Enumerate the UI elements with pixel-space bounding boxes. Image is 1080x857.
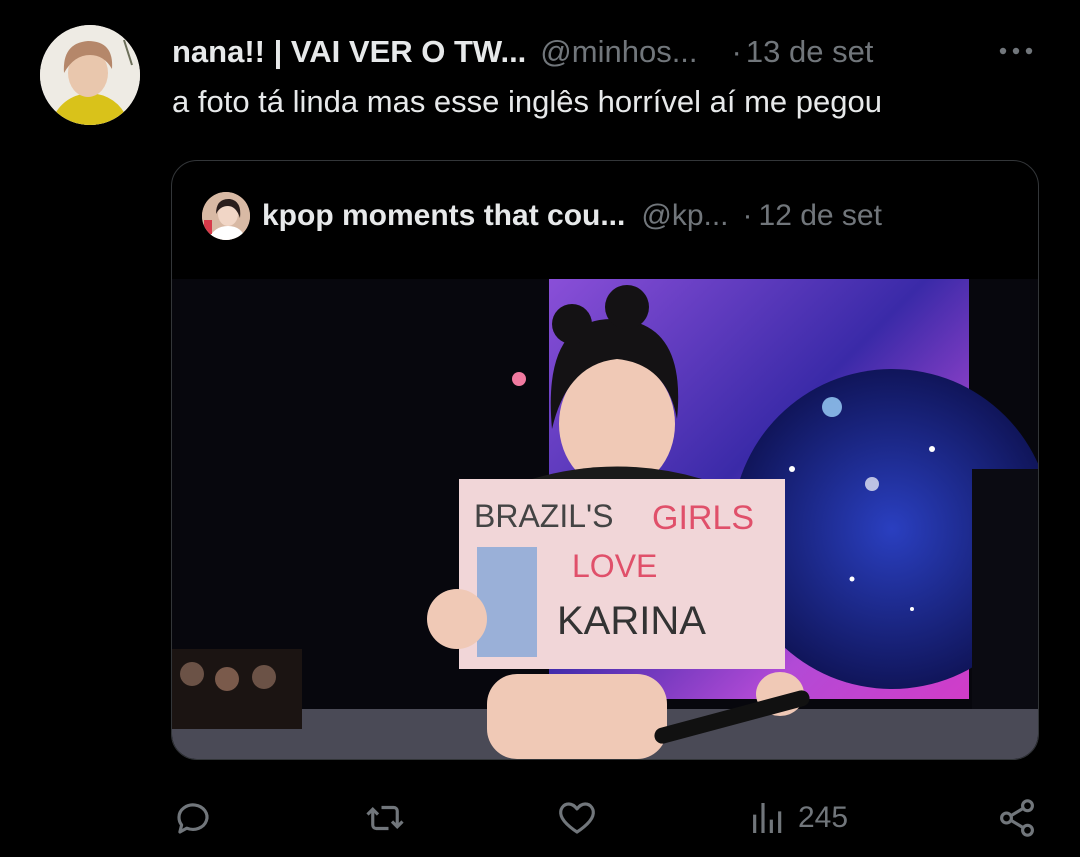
tweet-text: a foto tá linda mas esse inglês horrível… xyxy=(172,84,882,119)
quoted-author-handle[interactable]: @kp... xyxy=(641,199,728,233)
quoted-tweet-photo[interactable]: BRAZIL'S GIRLS LOVE KARINA xyxy=(172,279,1038,759)
quoted-separator-dot: · xyxy=(742,199,753,232)
retweet-button[interactable] xyxy=(362,790,408,846)
views-bar-chart-icon xyxy=(753,803,782,833)
author-avatar[interactable] xyxy=(40,25,140,125)
author-handle[interactable]: @minhos... xyxy=(540,34,697,70)
heart-icon xyxy=(559,802,595,834)
svg-text:LOVE: LOVE xyxy=(572,548,657,584)
retweet-icon xyxy=(366,805,404,831)
more-dots-icon xyxy=(999,47,1033,55)
svg-text:BRAZIL'S: BRAZIL'S xyxy=(474,498,613,534)
like-button[interactable] xyxy=(555,790,599,846)
quoted-tweet-card[interactable]: kpop moments that cou... @kp... · 12 de … xyxy=(171,160,1039,760)
quoted-tweet-header: kpop moments that cou... @kp... · 12 de … xyxy=(262,194,882,238)
views-button[interactable]: 245 xyxy=(748,790,848,846)
avatar-image xyxy=(40,25,140,125)
share-icon xyxy=(1000,799,1034,837)
author-name[interactable]: nana!! | VAI VER O TW... xyxy=(172,34,526,70)
tweet-actions-bar: 245 xyxy=(0,790,1080,850)
tweet-header: nana!! | VAI VER O TW... @minhos... · 13… xyxy=(172,30,1052,74)
more-options-button[interactable] xyxy=(996,36,1036,66)
concert-photo: BRAZIL'S GIRLS LOVE KARINA xyxy=(172,279,1038,759)
quoted-tweet-date[interactable]: 12 de set xyxy=(759,199,882,233)
reply-icon xyxy=(177,803,209,834)
tweet-date[interactable]: 13 de set xyxy=(746,34,874,70)
svg-text:GIRLS: GIRLS xyxy=(652,499,754,537)
quoted-author-name[interactable]: kpop moments that cou... xyxy=(262,199,625,233)
reply-button[interactable] xyxy=(172,790,214,846)
share-button[interactable] xyxy=(996,790,1038,846)
quoted-avatar-image xyxy=(202,192,250,240)
views-count: 245 xyxy=(798,801,849,834)
svg-text:KARINA: KARINA xyxy=(557,599,706,643)
quoted-author-avatar xyxy=(202,192,250,240)
separator-dot: · xyxy=(731,34,742,69)
